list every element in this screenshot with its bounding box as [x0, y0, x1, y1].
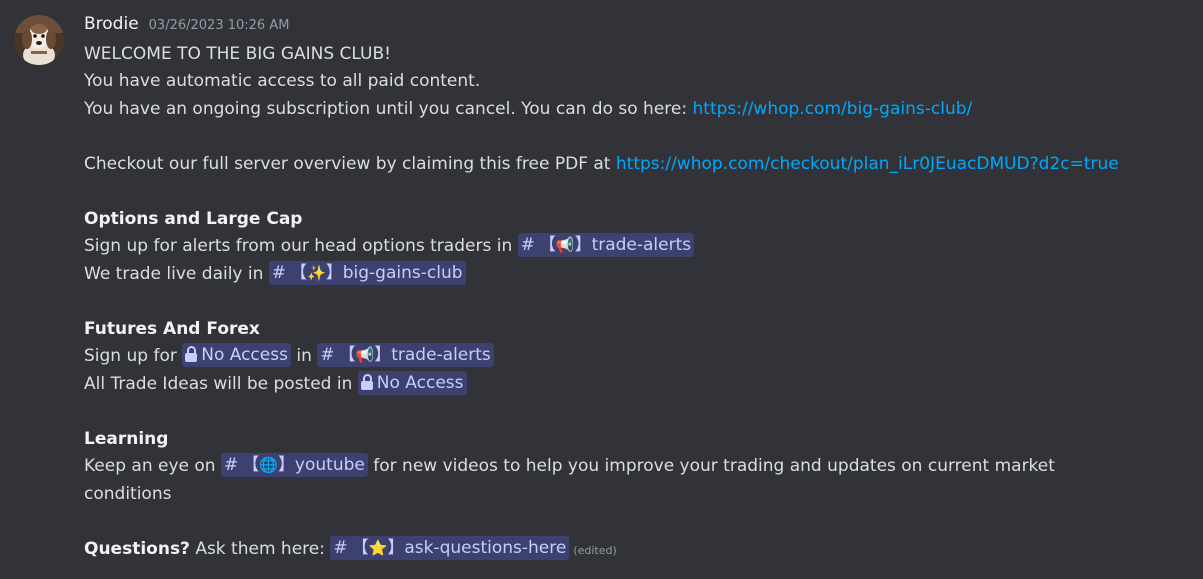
channel-name: trade-alerts — [391, 345, 491, 365]
access-line: You have automatic access to all paid co… — [84, 67, 480, 95]
welcome-text: WELCOME TO THE BIG GAINS CLUB! — [84, 44, 391, 64]
trade-ideas-text: All Trade Ideas will be posted in — [84, 374, 358, 394]
megaphone-icon: 📢 — [355, 346, 375, 364]
hash-icon: # — [520, 235, 535, 255]
futures-signup-line: Sign up for No Access in # 【📢】trade-alert… — [84, 342, 494, 370]
channel-mention-ask-questions[interactable]: # 【⭐】ask-questions-here — [330, 536, 570, 560]
dog-avatar-icon — [14, 15, 64, 65]
star-icon: ⭐ — [368, 539, 388, 557]
hash-icon: # — [320, 345, 335, 365]
bracket-open: 【 — [351, 538, 369, 558]
overview-line: Checkout our full server overview by cla… — [84, 150, 1119, 178]
lock-icon — [185, 346, 198, 362]
learning-line-2: conditions — [84, 480, 171, 508]
bracket-close: 】 — [387, 538, 405, 558]
globe-icon: 🌐 — [259, 456, 278, 474]
hash-icon: # — [271, 263, 287, 283]
lock-icon — [360, 374, 373, 390]
learning-text-c: conditions — [84, 484, 172, 504]
channel-name: big-gains-club — [342, 263, 463, 283]
message-header: Brodie 03/26/2023 10:26 AM — [84, 14, 289, 38]
edited-label: (edited) — [573, 544, 617, 557]
channel-name: No Access — [201, 345, 288, 365]
questions-line: Questions? Ask them here: # 【⭐】ask-questi… — [84, 535, 617, 563]
channel-mention-big-gains-club[interactable]: # 【✨】big-gains-club — [268, 261, 466, 285]
checkout-link[interactable]: https://whop.com/checkout/plan_iLr0JEuac… — [616, 154, 1119, 174]
learning-heading: Learning — [84, 429, 169, 449]
bracket-close: 】 — [574, 235, 592, 255]
megaphone-icon: 📢 — [555, 236, 575, 254]
hash-icon: # — [223, 455, 239, 475]
options-alerts-line: Sign up for alerts from our head options… — [84, 232, 695, 260]
channel-mention-trade-alerts[interactable]: # 【📢】trade-alerts — [517, 233, 695, 257]
chat-message: Brodie 03/26/2023 10:26 AM WELCOME TO TH… — [0, 0, 1203, 579]
subscription-link[interactable]: https://whop.com/big-gains-club/ — [693, 99, 973, 119]
channel-mention-no-access[interactable]: No Access — [182, 343, 291, 367]
trade-live-text: We trade live daily in — [84, 264, 269, 284]
channel-name: youtube — [294, 455, 365, 475]
questions-heading: Questions? — [84, 539, 190, 559]
bracket-close: 】 — [325, 263, 343, 283]
questions-text: Ask them here: — [189, 539, 331, 559]
bracket-open: 【 — [338, 345, 356, 365]
timestamp[interactable]: 03/26/2023 10:26 AM — [149, 18, 290, 33]
bracket-open: 【 — [290, 263, 308, 283]
hash-icon: # — [333, 538, 348, 558]
access-text: You have automatic access to all paid co… — [84, 71, 481, 91]
learning-line: Keep an eye on # 【🌐】youtube for new video… — [84, 452, 1055, 480]
futures-in-text: in — [290, 346, 318, 366]
user-avatar[interactable] — [14, 15, 64, 65]
channel-mention-no-access[interactable]: No Access — [357, 371, 467, 395]
bracket-close: 】 — [277, 455, 295, 475]
username[interactable]: Brodie — [84, 14, 139, 34]
channel-name: No Access — [376, 373, 464, 393]
futures-heading: Futures And Forex — [84, 319, 260, 339]
options-heading: Options and Large Cap — [84, 209, 303, 229]
subscription-text: You have an ongoing subscription until y… — [84, 99, 693, 119]
bracket-open: 【 — [538, 235, 556, 255]
channel-mention-trade-alerts[interactable]: # 【📢】trade-alerts — [317, 343, 494, 367]
trade-ideas-line: All Trade Ideas will be posted in No Acc… — [84, 370, 467, 398]
channel-mention-youtube[interactable]: # 【🌐】youtube — [220, 453, 368, 477]
learning-text-b: for new videos to help you improve your … — [367, 456, 1055, 476]
channel-name: trade-alerts — [591, 235, 692, 255]
bracket-close: 】 — [374, 345, 392, 365]
overview-text: Checkout our full server overview by cla… — [84, 154, 616, 174]
sparkles-icon: ✨ — [307, 264, 326, 282]
learning-text-a: Keep an eye on — [84, 456, 221, 476]
welcome-line: WELCOME TO THE BIG GAINS CLUB! — [84, 40, 391, 68]
options-alerts-text: Sign up for alerts from our head options… — [84, 236, 518, 256]
bracket-open: 【 — [242, 455, 260, 475]
channel-name: ask-questions-here — [404, 538, 567, 558]
trade-live-line: We trade live daily in # 【✨】big-gains-clu… — [84, 260, 466, 288]
subscription-line: You have an ongoing subscription until y… — [84, 95, 972, 123]
futures-signup-text: Sign up for — [84, 346, 183, 366]
